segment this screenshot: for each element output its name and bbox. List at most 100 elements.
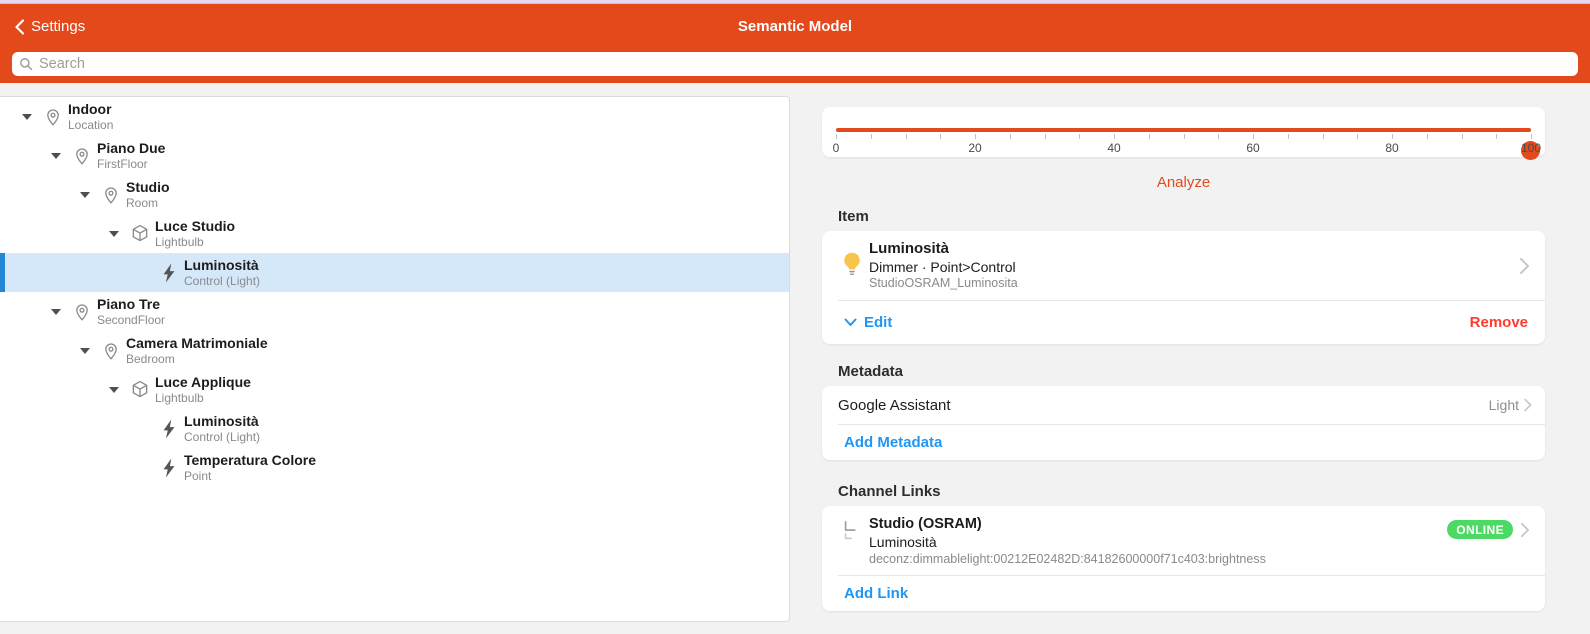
remove-button[interactable]: Remove (1470, 314, 1528, 331)
tree-item-subtitle: FirstFloor (97, 157, 148, 171)
disclosure-triangle-icon[interactable] (103, 230, 125, 237)
slider-tick (1114, 134, 1115, 139)
metadata-card: Google Assistant Light Add Metadata (822, 386, 1545, 460)
bolt-icon (163, 457, 175, 478)
bolt-icon (163, 262, 175, 283)
tree-item-title: Luminosità (184, 413, 259, 429)
back-button[interactable]: Settings (14, 18, 85, 35)
search-input[interactable] (39, 56, 1571, 72)
tree-item-title: Temperatura Colore (184, 452, 316, 468)
tree-item-luminosit-[interactable]: Luminosità Control (Light) (0, 253, 789, 292)
cube-icon (132, 380, 148, 398)
tree-item-title: Studio (126, 179, 170, 195)
link-icon (835, 515, 869, 543)
chevron-left-icon (15, 18, 25, 35)
search-icon (20, 58, 33, 71)
slider-tick-label: 80 (1385, 141, 1399, 155)
channel-link-row[interactable]: Studio (OSRAM) Luminosità deconz:dimmablel… (822, 506, 1545, 575)
channel-link-title: Studio (OSRAM) (869, 516, 982, 532)
slider-tick (1253, 134, 1254, 139)
metadata-namespace: Google Assistant (838, 396, 951, 414)
semantic-tree-panel: Indoor Location Piano Due FirstFloor Studio R… (0, 96, 790, 622)
slider-tick (1148, 134, 1150, 139)
tree-item-indoor[interactable]: Indoor Location (0, 97, 789, 136)
add-metadata-button[interactable]: Add Metadata (822, 425, 1545, 460)
slider-tick (975, 134, 976, 139)
slider-tick (1079, 134, 1081, 139)
disclosure-triangle-icon[interactable] (16, 113, 38, 120)
channel-uid: deconz:dimmablelight:00212E02482D:841826… (869, 552, 1266, 566)
slider-tick (1461, 134, 1463, 139)
analyze-button[interactable]: Analyze (822, 174, 1545, 191)
item-title: Luminosità (869, 240, 950, 257)
tree-item-subtitle: SecondFloor (97, 313, 166, 327)
tree-item-title: Camera Matrimoniale (126, 335, 268, 351)
tree-item-title: Luce Applique (155, 374, 251, 390)
slider-tick (1322, 134, 1324, 139)
slider-tick (1218, 134, 1220, 139)
disclosure-triangle-icon[interactable] (45, 152, 67, 159)
metadata-row[interactable]: Google Assistant Light (822, 386, 1545, 424)
add-link-button[interactable]: Add Link (822, 576, 1545, 611)
tree-item-camera-matrimoniale[interactable]: Camera Matrimoniale Bedroom (0, 331, 789, 370)
edit-button[interactable]: Edit (844, 314, 892, 331)
chevron-right-icon (1524, 398, 1532, 412)
slider-tick (1426, 134, 1428, 139)
metadata-section-header: Metadata (838, 363, 904, 380)
tree-item-luminosit-[interactable]: Luminosità Control (Light) (0, 409, 789, 448)
tree-item-luce-applique[interactable]: Luce Applique Lightbulb (0, 370, 789, 409)
channel-link-item: Luminosità (869, 534, 937, 550)
location-pin-icon (76, 147, 88, 165)
bolt-icon (163, 418, 175, 439)
item-internal-name: StudioOSRAM_Luminosita (869, 276, 1018, 290)
slider-tick-label: 40 (1107, 141, 1121, 155)
tree-item-luce-studio[interactable]: Luce Studio Lightbulb (0, 214, 789, 253)
tree-item-subtitle: Room (126, 196, 159, 210)
disclosure-triangle-icon[interactable] (74, 347, 96, 354)
chevron-down-icon (844, 318, 857, 326)
item-type: Dimmer · Point>Control (869, 259, 1016, 275)
tree-item-subtitle: Control (Light) (184, 430, 261, 444)
disclosure-triangle-icon[interactable] (103, 386, 125, 393)
tree-item-subtitle: Lightbulb (155, 391, 204, 405)
slider-tick-label: 100 (1520, 141, 1542, 155)
tree-item-piano-due[interactable]: Piano Due FirstFloor (0, 136, 789, 175)
disclosure-triangle-icon[interactable] (74, 191, 96, 198)
slider-tick (905, 134, 907, 139)
online-status-badge: ONLINE (1447, 520, 1513, 539)
tree-item-temperatura-colore[interactable]: Temperatura Colore Point (0, 448, 789, 487)
slider-tick (1287, 134, 1289, 139)
channel-links-section-header: Channel Links (838, 483, 941, 500)
chevron-right-icon (1520, 257, 1529, 274)
tree-item-subtitle: Bedroom (126, 352, 175, 366)
disclosure-triangle-icon[interactable] (45, 308, 67, 315)
item-section-header: Item (838, 208, 869, 225)
location-pin-icon (105, 186, 117, 204)
tree-item-title: Luce Studio (155, 218, 236, 234)
edit-label: Edit (864, 314, 893, 331)
tree-item-title: Piano Tre (97, 296, 161, 312)
metadata-value: Light (1488, 397, 1519, 413)
back-label: Settings (31, 18, 86, 35)
tree-item-piano-tre[interactable]: Piano Tre SecondFloor (0, 292, 789, 331)
tree-item-title: Indoor (68, 101, 112, 117)
chevron-right-icon (1520, 522, 1529, 537)
slider-tick (1009, 134, 1011, 139)
tree-item-subtitle: Lightbulb (155, 235, 204, 249)
tree-item-title: Luminosità (184, 257, 259, 273)
tree-item-studio[interactable]: Studio Room (0, 175, 789, 214)
slider-tick-label: 0 (832, 141, 840, 155)
tree-item-subtitle: Control (Light) (184, 274, 261, 288)
tree-item-subtitle: Location (68, 118, 114, 132)
page-title: Semantic Model (737, 18, 853, 35)
search-bar[interactable] (12, 52, 1578, 76)
detail-panel: 0 20 40 60 80 100 Analyze Item Luminosità Dim… (822, 83, 1545, 611)
cube-icon (132, 224, 148, 242)
slider-track[interactable] (836, 128, 1540, 160)
slider-tick (1531, 134, 1532, 139)
slider-tick (1183, 134, 1185, 139)
item-row[interactable]: Luminosità Dimmer · Point>Control Studio… (822, 231, 1545, 300)
slider-tick (1357, 134, 1359, 139)
brightness-slider-card: 0 20 40 60 80 100 (822, 107, 1545, 160)
location-pin-icon (47, 108, 59, 126)
